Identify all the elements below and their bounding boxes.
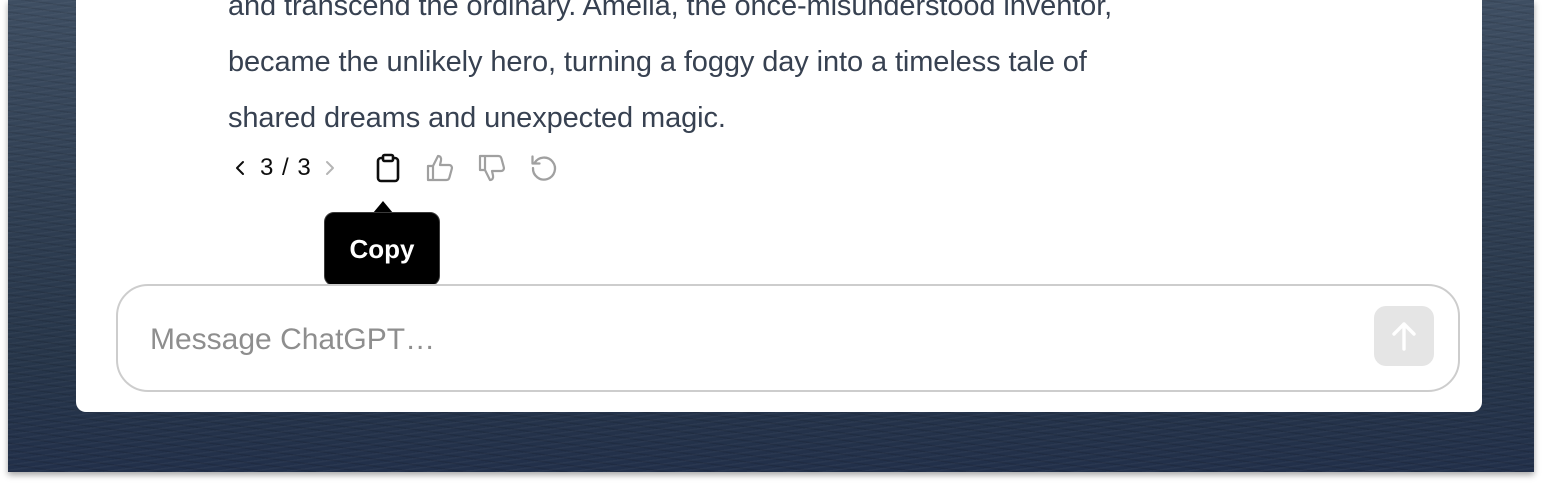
- message-actions: 3 / 3: [228, 148, 578, 188]
- regenerate-button[interactable]: [526, 150, 562, 186]
- response-pager: 3 / 3: [228, 154, 370, 182]
- bad-response-button[interactable]: [474, 150, 510, 186]
- previous-response-button[interactable]: [228, 156, 252, 180]
- clipboard-icon: [376, 153, 400, 183]
- send-button[interactable]: [1374, 306, 1434, 366]
- chevron-left-icon: [236, 161, 244, 175]
- copy-tooltip: Copy: [324, 212, 440, 286]
- assistant-message: and transcend the ordinary. Amelia, the …: [228, 0, 1228, 146]
- message-input[interactable]: [150, 316, 1330, 364]
- message-composer: [116, 284, 1460, 392]
- pager-counter: 3 / 3: [260, 154, 312, 181]
- good-response-button[interactable]: [422, 150, 458, 186]
- message-line: shared dreams and unexpected magic.: [228, 102, 726, 134]
- arrow-up-icon: [1392, 322, 1416, 351]
- chevron-right-icon: [325, 161, 334, 175]
- next-response-button[interactable]: [318, 156, 342, 180]
- thumbs-up-icon: [426, 154, 453, 182]
- thumbs-down-icon: [478, 154, 505, 182]
- copy-button[interactable]: [370, 150, 406, 186]
- message-line: became the unlikely hero, turning a fogg…: [228, 46, 1087, 78]
- message-line: and transcend the ordinary. Amelia, the …: [228, 0, 1113, 22]
- regenerate-icon: [531, 155, 556, 181]
